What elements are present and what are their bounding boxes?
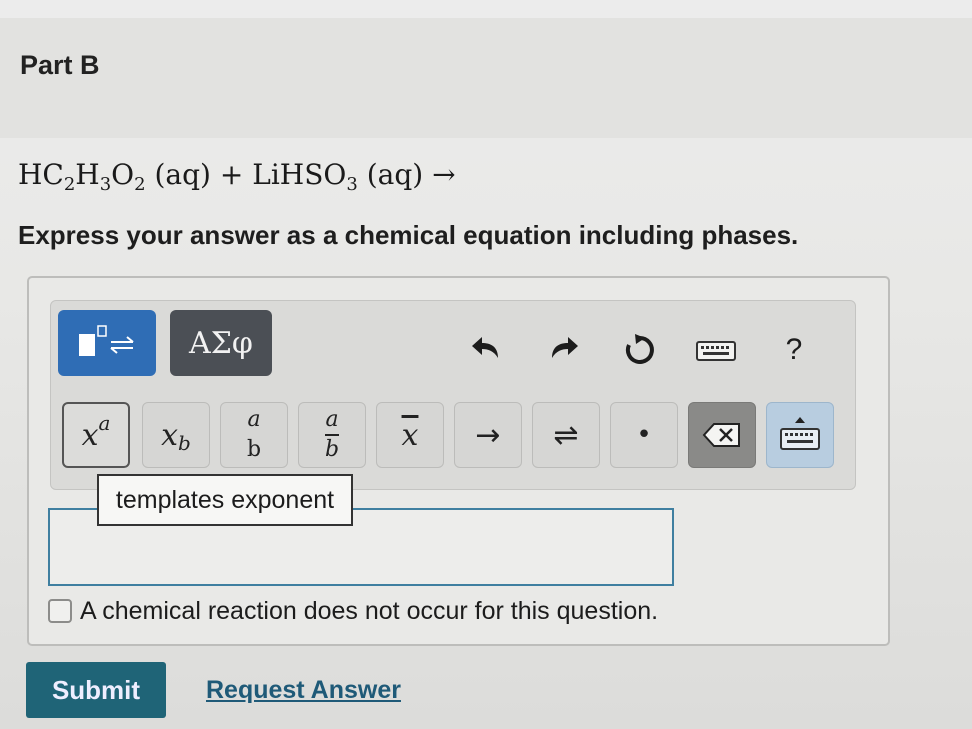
request-answer-link[interactable]: Request Answer <box>206 676 401 705</box>
overline-key[interactable]: x <box>376 402 444 468</box>
templates-icon <box>79 325 134 356</box>
eq-sub-2: 3 <box>99 174 112 195</box>
keyboard-up-icon <box>780 417 820 450</box>
subscript-script: b <box>178 431 191 455</box>
fraction-bar-num: a <box>325 409 339 436</box>
undo-icon[interactable] <box>468 330 504 366</box>
greek-symbols-button[interactable]: ΑΣφ <box>170 310 272 376</box>
header-band <box>0 18 972 138</box>
eq-text-4: (aq) + LiHSO <box>154 158 347 191</box>
fraction-key[interactable]: a b <box>220 402 288 468</box>
tooltip: templates exponent <box>97 474 353 526</box>
keyboard-shortcuts-icon[interactable] <box>694 336 738 366</box>
reaction-equation: HC2H3O2 (aq) + LiHSO3 (aq) → <box>18 158 456 195</box>
overline-glyph: x <box>401 417 419 453</box>
no-reaction-checkbox[interactable] <box>48 599 72 623</box>
backspace-key[interactable] <box>688 402 756 468</box>
templates-button[interactable] <box>58 310 156 376</box>
fraction-den: b <box>246 437 262 462</box>
eq-text-3: O <box>111 158 135 191</box>
fraction-bar-key[interactable]: a b <box>298 402 366 468</box>
fraction-bar-den: b <box>324 437 340 462</box>
fraction-num: a <box>247 407 261 432</box>
eq-sub-4: 3 <box>346 174 358 195</box>
eq-text-2: H <box>75 158 100 191</box>
equilibrium-arrow-key[interactable]: ⇌ <box>532 402 600 468</box>
no-reaction-label: A chemical reaction does not occur for t… <box>80 596 659 625</box>
part-title: Part B <box>20 50 100 80</box>
eq-sub-1: 2 <box>63 174 76 195</box>
eq-sub-3: 2 <box>134 174 146 195</box>
instruction-text: Express your answer as a chemical equati… <box>18 220 799 250</box>
subscript-key[interactable]: xb <box>142 402 210 468</box>
keyboard-toggle-key[interactable] <box>766 402 834 468</box>
no-reaction-option[interactable]: A chemical reaction does not occur for t… <box>48 596 658 626</box>
submit-button[interactable]: Submit <box>26 662 166 718</box>
subscript-base: x <box>161 417 179 453</box>
superscript-base: x <box>81 417 99 453</box>
reaction-arrow-key[interactable]: → <box>454 402 522 468</box>
help-button[interactable]: ? <box>776 330 812 370</box>
superscript-script: a <box>98 411 111 435</box>
backspace-icon <box>702 423 740 447</box>
reset-icon[interactable] <box>620 330 660 370</box>
dot-key[interactable]: • <box>610 402 678 468</box>
superscript-key[interactable]: xa <box>62 402 130 468</box>
eq-text-5: (aq) → <box>366 158 456 191</box>
redo-icon[interactable] <box>546 330 582 366</box>
fraction-bar-glyph: a b <box>325 409 339 461</box>
eq-text-1: HC <box>18 158 64 191</box>
fraction-glyph: a b <box>247 409 261 461</box>
greek-label: ΑΣφ <box>189 325 253 361</box>
